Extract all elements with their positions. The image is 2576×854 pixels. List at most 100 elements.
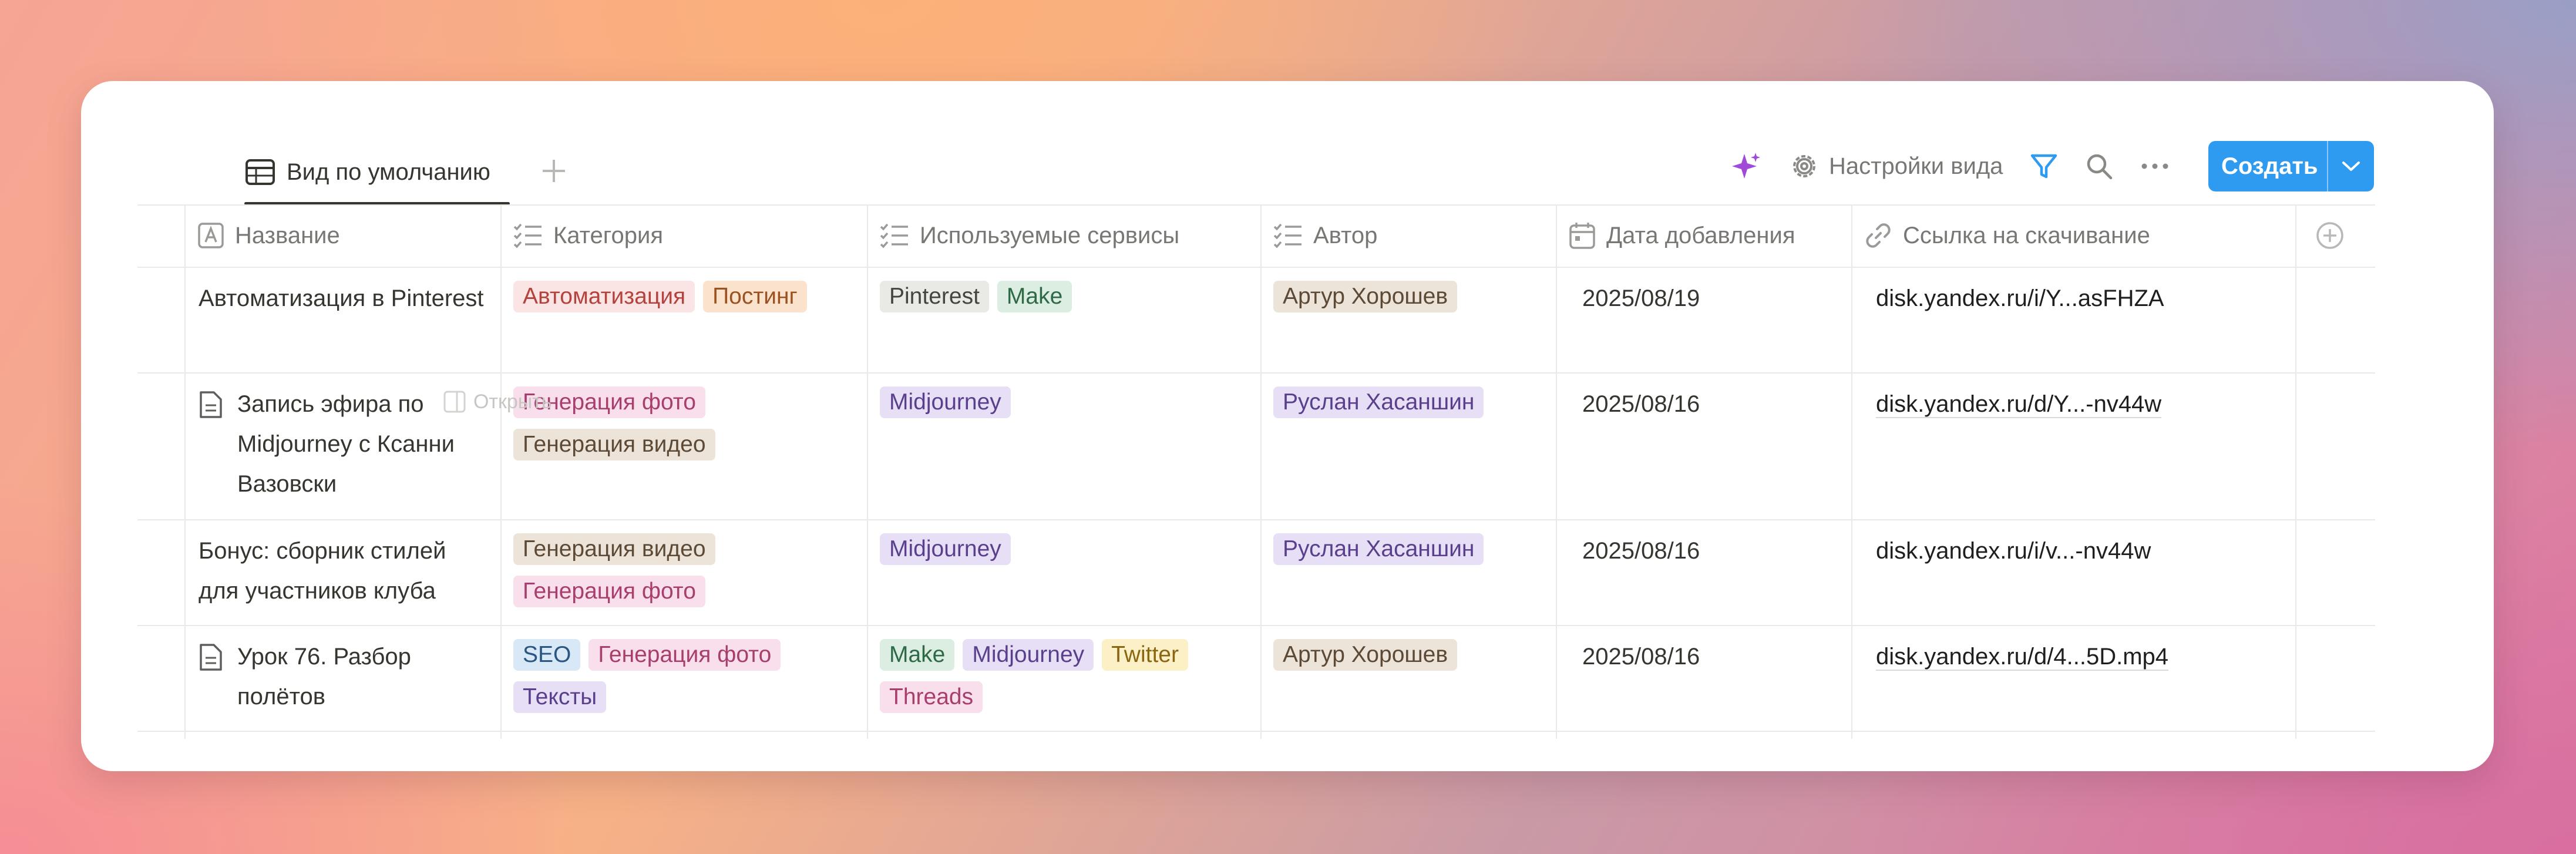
column-header-services[interactable]: Используемые сервисы — [880, 204, 1179, 267]
date-cell[interactable]: 2025/08/19 — [1582, 278, 1700, 318]
create-options-dropdown[interactable] — [2328, 160, 2374, 172]
row-border — [137, 731, 2375, 732]
row-border — [137, 519, 2375, 520]
column-border — [2295, 204, 2296, 739]
category-tag: Тексты — [513, 681, 607, 713]
calendar-icon — [1569, 221, 1596, 250]
search-button[interactable] — [2085, 152, 2113, 180]
view-tab-label: Вид по умолчанию — [287, 159, 490, 185]
column-border — [184, 204, 186, 739]
link-cell[interactable]: disk.yandex.ru/d/4...5D.mp4 — [1876, 637, 2169, 677]
column-border — [1556, 204, 1557, 739]
service-tag: Midjourney — [963, 639, 1094, 671]
column-header-author[interactable]: Автор — [1273, 204, 1377, 267]
category-tag: Генерация фото — [513, 576, 705, 607]
service-tag: Midjourney — [880, 533, 1011, 565]
row-border — [137, 625, 2375, 626]
link-cell[interactable]: disk.yandex.ru/d/Y...-nv44w — [1876, 384, 2162, 424]
table-icon — [246, 159, 275, 185]
column-header-label: Ссылка на скачивание — [1903, 222, 2150, 248]
service-tag: Make — [880, 639, 955, 671]
column-border — [1260, 204, 1262, 739]
multi-select-icon — [513, 222, 543, 249]
author-cell[interactable]: Руслан Хасаншин — [1273, 386, 1549, 429]
toolbar-actions: Настройки вида — [1730, 141, 2170, 191]
author-cell[interactable]: Руслан Хасаншин — [1273, 533, 1549, 576]
service-tag: Midjourney — [880, 386, 1011, 418]
column-header-label: Дата добавления — [1606, 222, 1795, 248]
more-options-button[interactable] — [2140, 160, 2170, 172]
author-tag: Руслан Хасаншин — [1273, 533, 1484, 565]
page-icon — [199, 643, 223, 672]
ai-button[interactable] — [1730, 150, 1762, 182]
column-header-label: Название — [235, 222, 340, 248]
create-button[interactable]: Создать — [2208, 141, 2374, 191]
column-border — [1851, 204, 1852, 739]
download-link[interactable]: disk.yandex.ru/d/4...5D.mp4 — [1876, 644, 2169, 671]
author-cell[interactable]: Артур Хорошев — [1273, 281, 1549, 323]
services-cell[interactable]: Midjourney — [880, 533, 1256, 576]
download-link[interactable]: disk.yandex.ru/i/v...-nv44w — [1876, 538, 2151, 564]
services-cell[interactable]: Make Midjourney Twitter Threads — [880, 639, 1256, 724]
category-tag: Генерация видео — [513, 429, 715, 460]
row-title[interactable]: Автоматизация в Pinterest — [199, 278, 492, 318]
column-header-label: Категория — [553, 222, 663, 248]
column-header-download-link[interactable]: Ссылка на скачивание — [1864, 204, 2150, 267]
author-tag: Артур Хорошев — [1273, 281, 1458, 312]
database-card: Вид по умолчанию Настройки вида Создать … — [81, 81, 2494, 771]
category-cell[interactable]: Генерация видео Генерация фото — [513, 533, 860, 618]
row-border — [137, 372, 2375, 374]
link-icon — [1864, 221, 1892, 250]
date-cell[interactable]: 2025/08/16 — [1582, 637, 1700, 677]
open-page-button[interactable]: Открыть — [443, 390, 552, 413]
add-property-button[interactable] — [2315, 204, 2345, 267]
search-icon — [2085, 152, 2113, 180]
multi-select-icon — [1273, 222, 1303, 249]
plus-circle-icon — [2315, 221, 2345, 250]
page-icon — [199, 390, 223, 419]
author-cell[interactable]: Артур Хорошев — [1273, 639, 1549, 681]
author-tag: Руслан Хасаншин — [1273, 386, 1484, 418]
category-tag: Генерация фото — [588, 639, 781, 671]
plus-icon — [540, 157, 567, 184]
view-settings-button[interactable]: Настройки вида — [1789, 151, 2003, 181]
view-tab-default[interactable]: Вид по умолчанию — [246, 140, 490, 204]
column-header-category[interactable]: Категория — [513, 204, 663, 267]
add-view-button[interactable] — [533, 150, 574, 191]
date-cell[interactable]: 2025/08/16 — [1582, 384, 1700, 424]
services-cell[interactable]: Midjourney — [880, 386, 1256, 429]
create-button-label: Создать — [2221, 153, 2318, 179]
category-cell[interactable]: Автоматизация Постинг — [513, 281, 860, 323]
text-property-icon — [197, 222, 224, 249]
view-settings-label: Настройки вида — [1829, 153, 2003, 179]
link-cell[interactable]: disk.yandex.ru/i/v...-nv44w — [1876, 531, 2151, 571]
column-header-title[interactable]: Название — [197, 204, 340, 267]
author-tag: Артур Хорошев — [1273, 639, 1458, 671]
header-border — [137, 267, 2375, 268]
link-cell[interactable]: disk.yandex.ru/i/Y...asFHZA — [1876, 278, 2164, 318]
services-cell[interactable]: Pinterest Make — [880, 281, 1256, 323]
chevron-down-icon — [2341, 160, 2361, 172]
category-tag: Постинг — [703, 281, 807, 312]
column-header-date[interactable]: Дата добавления — [1569, 204, 1795, 267]
service-tag: Make — [997, 281, 1072, 312]
open-in-side-icon — [443, 390, 466, 413]
service-tag: Twitter — [1102, 639, 1188, 671]
gear-icon — [1789, 151, 1820, 181]
category-cell[interactable]: Генерация фото Генерация видео — [513, 386, 860, 471]
date-cell[interactable]: 2025/08/16 — [1582, 531, 1700, 571]
download-link[interactable]: disk.yandex.ru/d/Y...-nv44w — [1876, 391, 2162, 418]
column-header-label: Автор — [1313, 222, 1378, 248]
filter-icon — [2030, 152, 2058, 180]
row-title[interactable]: Урок 76. Разбор полётов — [237, 637, 472, 717]
download-link[interactable]: disk.yandex.ru/i/Y...asFHZA — [1876, 285, 2164, 311]
row-title[interactable]: Бонус: сборник стилей для участников клу… — [199, 531, 492, 611]
category-tag: Генерация видео — [513, 533, 715, 565]
category-cell[interactable]: SEO Генерация фото Тексты — [513, 639, 842, 724]
filter-button[interactable] — [2030, 152, 2058, 180]
sparkle-icon — [1730, 150, 1762, 182]
service-tag: Threads — [880, 681, 983, 713]
open-page-label: Открыть — [473, 390, 552, 413]
service-tag: Pinterest — [880, 281, 989, 312]
multi-select-icon — [880, 222, 909, 249]
